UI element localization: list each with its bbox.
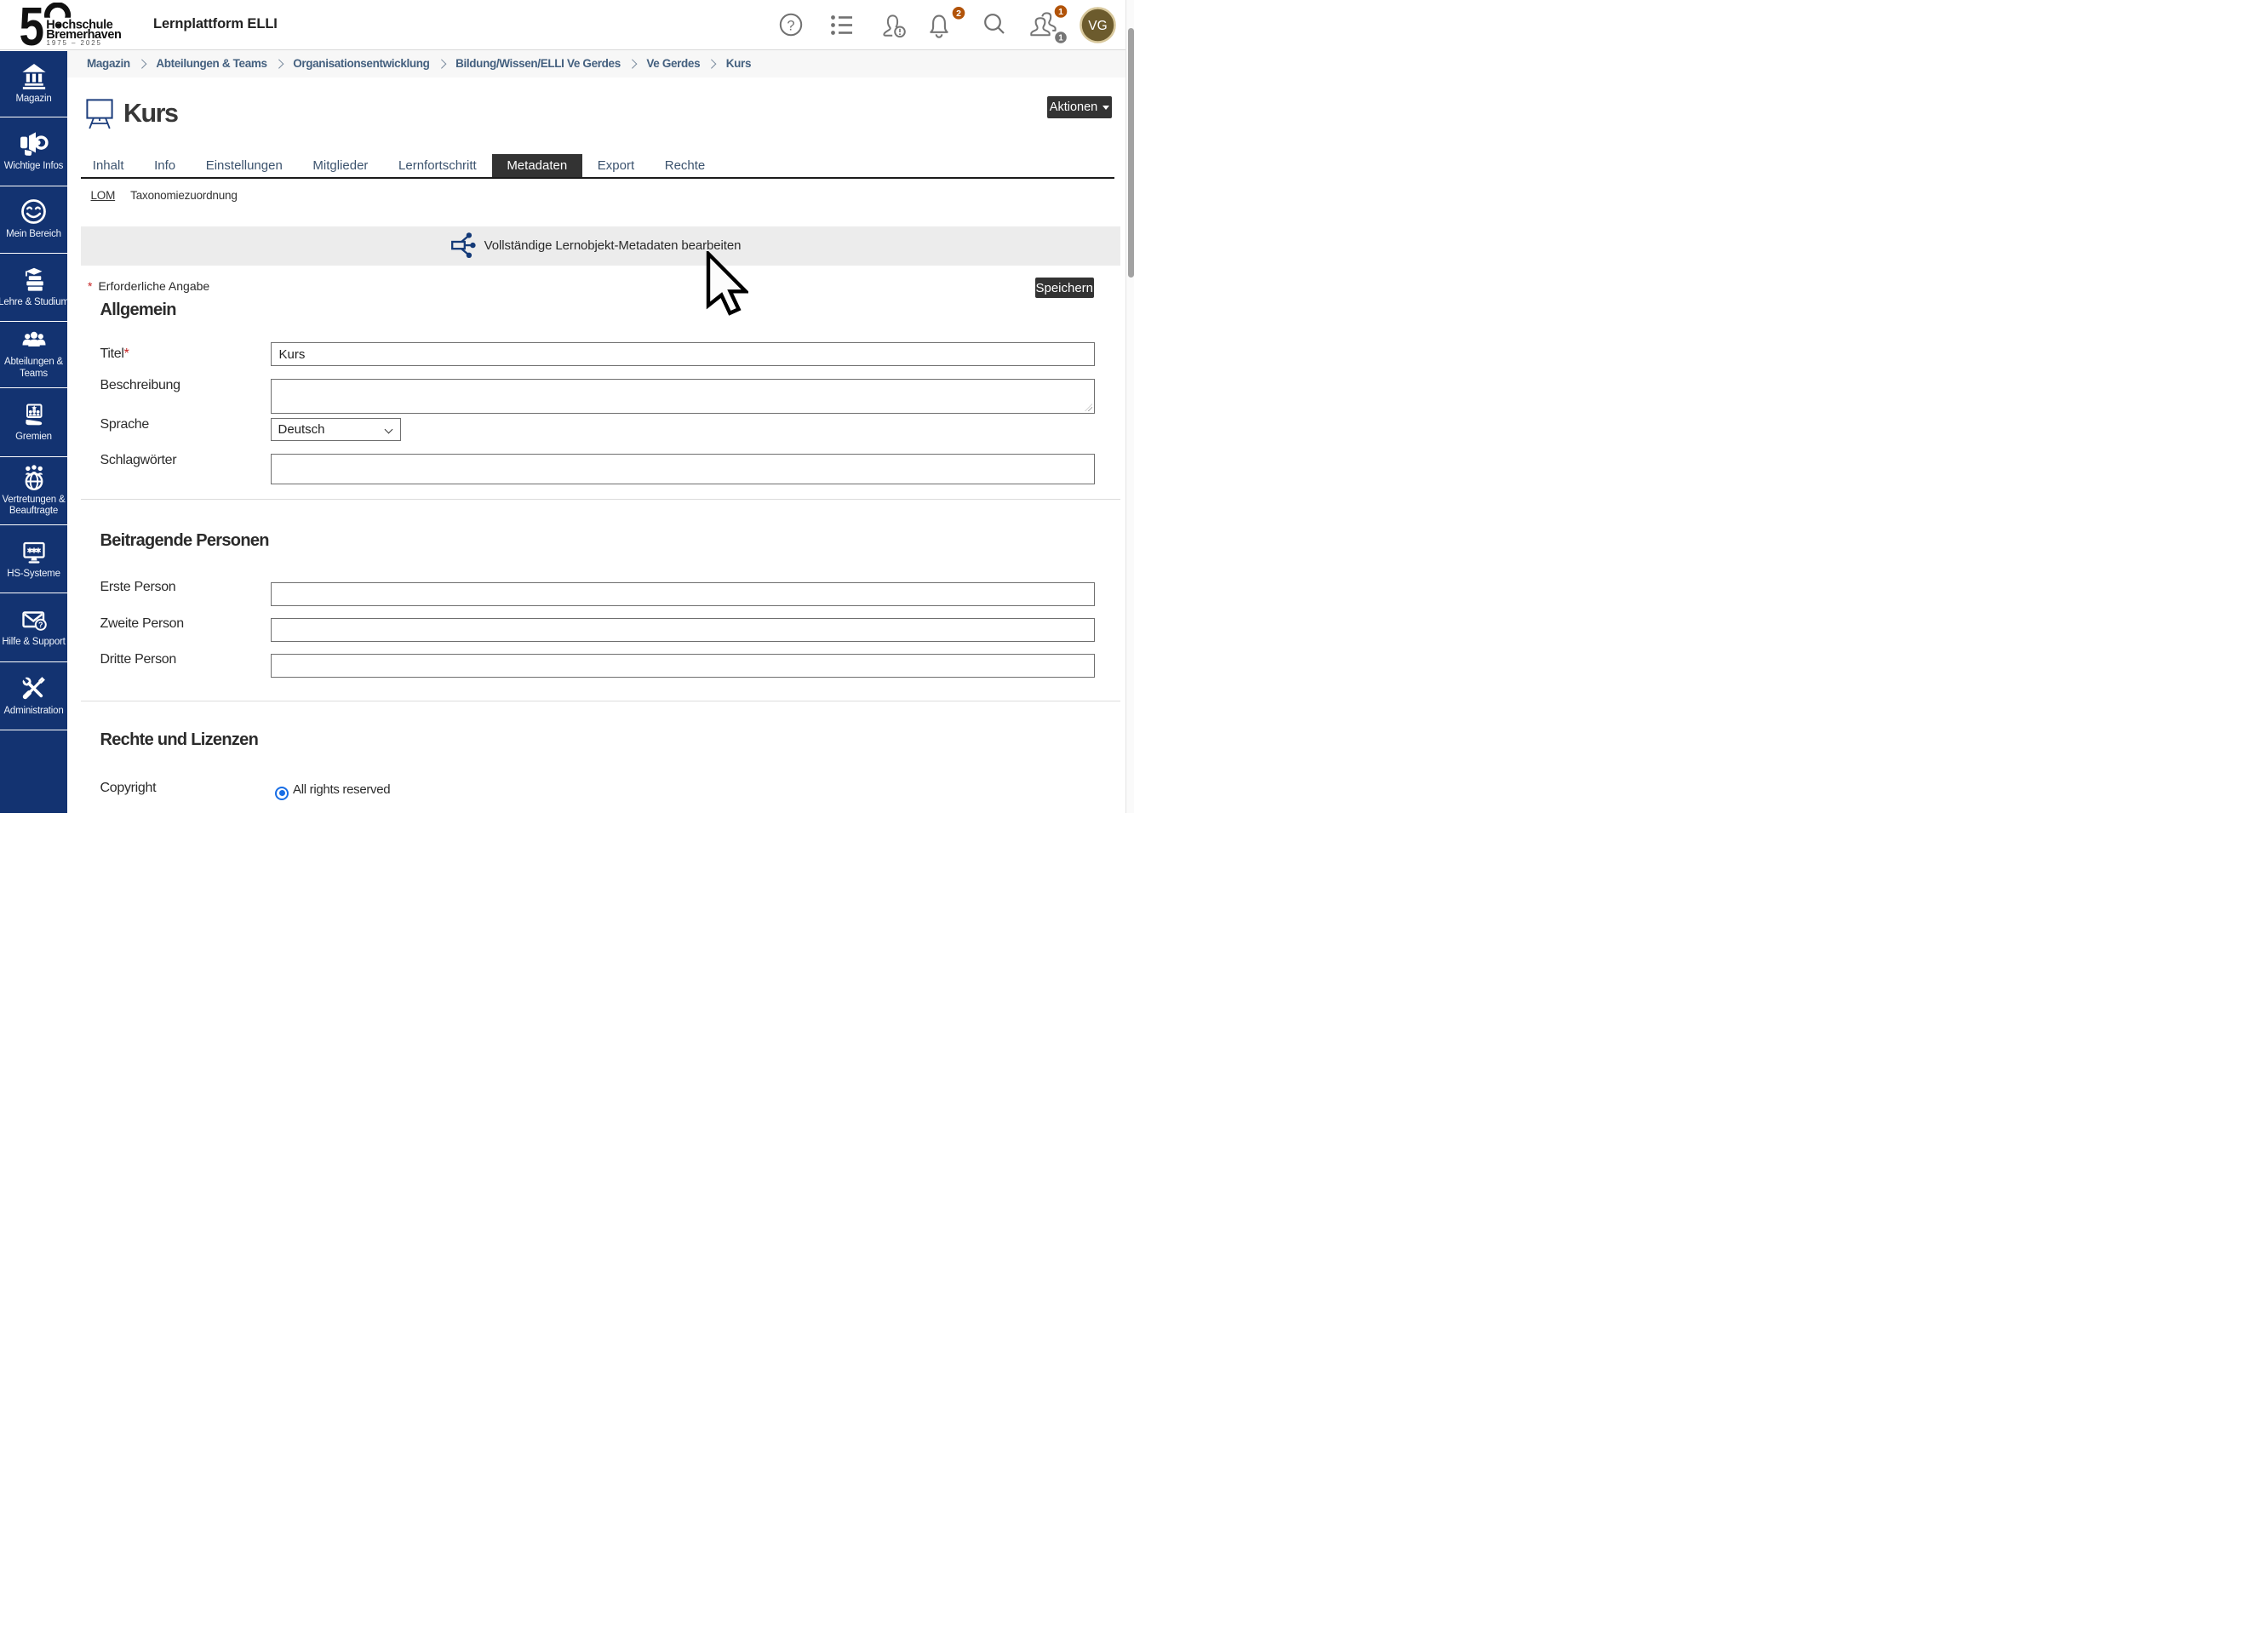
svg-text:1: 1 [1058, 34, 1063, 43]
svg-text:VG: VG [1088, 19, 1107, 33]
svg-text:?: ? [38, 621, 43, 629]
svg-text:?: ? [787, 19, 794, 34]
svg-text:2: 2 [956, 9, 961, 19]
svg-text:5: 5 [20, 3, 45, 50]
svg-text:1975 – 2025: 1975 – 2025 [47, 39, 102, 47]
svg-text:1: 1 [1058, 7, 1063, 17]
